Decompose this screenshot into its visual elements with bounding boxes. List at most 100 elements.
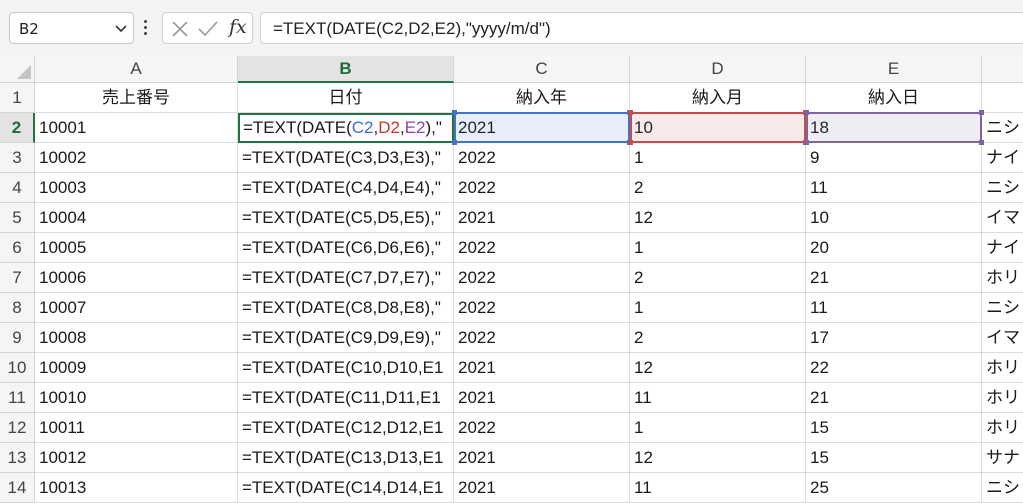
cell-A11[interactable]: 10010 [35,383,238,413]
cell-A2[interactable]: 10001 [35,113,238,143]
insert-function-icon[interactable]: fx [229,16,247,38]
enter-check-icon[interactable] [197,20,219,38]
cell-F2[interactable]: ニシ [982,113,1023,143]
cell-C12[interactable]: 2022 [454,413,630,443]
cell-D14[interactable]: 11 [630,473,806,503]
cell-E5[interactable]: 10 [806,203,982,233]
cell-B13[interactable]: =TEXT(DATE(C13,D13,E1 [238,443,454,473]
cell-F8[interactable]: ニシ [982,293,1023,323]
cell-F14[interactable]: ニシ [982,473,1023,503]
cell-E12[interactable]: 15 [806,413,982,443]
row-header-11[interactable]: 11 [0,383,35,413]
row-header-10[interactable]: 10 [0,353,35,383]
cell-D4[interactable]: 2 [630,173,806,203]
cell-E9[interactable]: 17 [806,323,982,353]
column-header-E[interactable]: E [806,56,982,83]
cell-D8[interactable]: 1 [630,293,806,323]
cell-F6[interactable]: ナイ [982,233,1023,263]
cell-C6[interactable]: 2022 [454,233,630,263]
cell-B3[interactable]: =TEXT(DATE(C3,D3,E3)," [238,143,454,173]
cell-C10[interactable]: 2021 [454,353,630,383]
cell-D11[interactable]: 11 [630,383,806,413]
cell-E1[interactable]: 納入日 [806,83,982,113]
cell-C5[interactable]: 2021 [454,203,630,233]
cell-D7[interactable]: 2 [630,263,806,293]
cell-A13[interactable]: 10012 [35,443,238,473]
cell-B11[interactable]: =TEXT(DATE(C11,D11,E1 [238,383,454,413]
cell-D13[interactable]: 12 [630,443,806,473]
row-header-14[interactable]: 14 [0,473,35,503]
cell-D2[interactable]: 10 [630,113,806,143]
column-header-B[interactable]: B [238,56,454,83]
cell-F5[interactable]: イマ [982,203,1023,233]
cell-C13[interactable]: 2021 [454,443,630,473]
cell-A7[interactable]: 10006 [35,263,238,293]
cell-B2[interactable]: =TEXT(DATE(C2,D2,E2)," [238,113,454,143]
row-header-6[interactable]: 6 [0,233,35,263]
cell-D12[interactable]: 1 [630,413,806,443]
cell-A6[interactable]: 10005 [35,233,238,263]
name-box[interactable]: B2 [9,12,134,44]
cell-B14[interactable]: =TEXT(DATE(C14,D14,E1 [238,473,454,503]
cell-A12[interactable]: 10011 [35,413,238,443]
cell-B9[interactable]: =TEXT(DATE(C9,D9,E9)," [238,323,454,353]
cell-F11[interactable]: ホリ [982,383,1023,413]
cell-E10[interactable]: 22 [806,353,982,383]
cell-A1[interactable]: 売上番号 [35,83,238,113]
cell-C9[interactable]: 2022 [454,323,630,353]
cell-A8[interactable]: 10007 [35,293,238,323]
row-header-12[interactable]: 12 [0,413,35,443]
formula-input[interactable]: =TEXT(DATE(C2,D2,E2),"yyyy/m/d") [260,12,1023,44]
cell-A3[interactable]: 10002 [35,143,238,173]
cancel-icon[interactable] [171,20,189,38]
cell-C7[interactable]: 2022 [454,263,630,293]
cell-B6[interactable]: =TEXT(DATE(C6,D6,E6)," [238,233,454,263]
row-header-5[interactable]: 5 [0,203,35,233]
more-vertical-icon[interactable] [144,20,148,36]
cell-B1[interactable]: 日付 [238,83,454,113]
row-header-7[interactable]: 7 [0,263,35,293]
cell-F10[interactable]: ホリ [982,353,1023,383]
select-all-icon[interactable] [0,56,35,83]
row-header-1[interactable]: 1 [0,83,35,113]
column-header-next[interactable] [982,56,1023,83]
cell-E4[interactable]: 11 [806,173,982,203]
cell-B8[interactable]: =TEXT(DATE(C8,D8,E8)," [238,293,454,323]
row-header-8[interactable]: 8 [0,293,35,323]
cell-E3[interactable]: 9 [806,143,982,173]
cell-F4[interactable]: ニシ [982,173,1023,203]
cell-E8[interactable]: 11 [806,293,982,323]
cell-A9[interactable]: 10008 [35,323,238,353]
cell-E14[interactable]: 25 [806,473,982,503]
cell-C14[interactable]: 2021 [454,473,630,503]
cell-F3[interactable]: ナイ [982,143,1023,173]
cell-E13[interactable]: 15 [806,443,982,473]
cell-C3[interactable]: 2022 [454,143,630,173]
cell-B10[interactable]: =TEXT(DATE(C10,D10,E1 [238,353,454,383]
column-header-D[interactable]: D [630,56,806,83]
cell-B7[interactable]: =TEXT(DATE(C7,D7,E7)," [238,263,454,293]
cell-D10[interactable]: 12 [630,353,806,383]
cell-C2[interactable]: 2021 [454,113,630,143]
cell-C4[interactable]: 2022 [454,173,630,203]
cell-F9[interactable]: イマ [982,323,1023,353]
cell-D5[interactable]: 12 [630,203,806,233]
cell-E11[interactable]: 21 [806,383,982,413]
cell-A4[interactable]: 10003 [35,173,238,203]
cell-C8[interactable]: 2022 [454,293,630,323]
cell-E6[interactable]: 20 [806,233,982,263]
cell-C1[interactable]: 納入年 [454,83,630,113]
cell-D1[interactable]: 納入月 [630,83,806,113]
row-header-4[interactable]: 4 [0,173,35,203]
cell-F7[interactable]: ホリ [982,263,1023,293]
column-header-A[interactable]: A [35,56,238,83]
cell-E2[interactable]: 18 [806,113,982,143]
cell-F13[interactable]: サナ [982,443,1023,473]
cell-B5[interactable]: =TEXT(DATE(C5,D5,E5)," [238,203,454,233]
cell-B12[interactable]: =TEXT(DATE(C12,D12,E1 [238,413,454,443]
cell-A14[interactable]: 10013 [35,473,238,503]
chevron-down-icon[interactable] [115,25,127,33]
cell-E7[interactable]: 21 [806,263,982,293]
column-header-C[interactable]: C [454,56,630,83]
cell-A5[interactable]: 10004 [35,203,238,233]
